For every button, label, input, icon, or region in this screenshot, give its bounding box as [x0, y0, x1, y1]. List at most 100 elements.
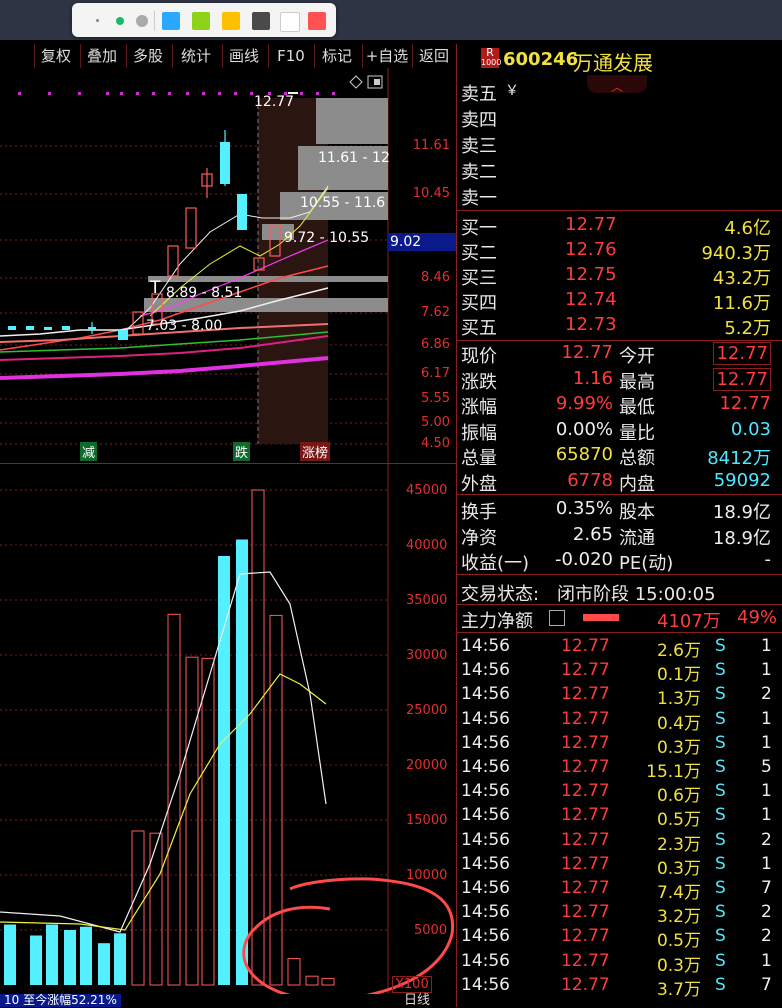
ask-label: 卖一 [461, 188, 497, 209]
list-icon[interactable] [549, 610, 565, 626]
tick-price: 12.77 [561, 732, 610, 753]
tick-count: 1 [761, 636, 772, 656]
stock-code: 600246 [503, 49, 579, 70]
trade-status-value: 闭市阶段 15:00:05 [557, 584, 716, 605]
period-daily-tab[interactable]: 日线 [404, 994, 430, 1007]
tick-price: 12.77 [561, 757, 610, 777]
volume-bar [287, 958, 301, 986]
quote-value: 12.77 [713, 367, 771, 391]
tick-time: 14:56 [461, 757, 510, 777]
quote-value: 12.77 [719, 393, 771, 414]
quote-label: 涨跌 [461, 371, 497, 393]
medium-dot-icon[interactable] [116, 17, 124, 25]
current-price-marker: 9.02 [388, 233, 456, 251]
price-label-6: 7.03 - 8.00 [146, 318, 223, 334]
tick-time: 14:56 [461, 902, 510, 923]
tick-time: 14:56 [461, 950, 510, 971]
toolbar-overlay[interactable]: 叠加 [80, 44, 123, 68]
fundamental-value: -0.020 [554, 549, 613, 570]
tick-time: 14:56 [461, 853, 510, 874]
tick-count: 1 [761, 708, 772, 729]
tick-count: 2 [761, 926, 772, 947]
tick-volume: 3.7万 [656, 979, 701, 1000]
price-label-5: 8.89 - 8.51 [166, 285, 243, 301]
tick-count: 1 [761, 853, 772, 874]
toolbar-restore-rights[interactable]: 复权 [34, 44, 77, 68]
tick-count: 2 [761, 902, 772, 923]
fundamental-label: 收益(一) [461, 553, 530, 574]
r-badge: R 1000 [481, 46, 502, 68]
volume-bar [321, 977, 335, 986]
tick-price: 12.77 [561, 684, 610, 705]
bid-price: 12.75 [565, 264, 617, 285]
tick-volume: 1.3万 [656, 689, 701, 710]
toolbar-f10[interactable]: F10 [268, 44, 313, 68]
fundamental-label: 换手 [461, 502, 497, 523]
volume-bar [167, 613, 181, 986]
badge-fall[interactable]: 跌 [233, 442, 251, 461]
toolbar-back[interactable]: 返回 [412, 44, 455, 68]
quote-value: 0.00% [555, 418, 613, 440]
color-swatch-green[interactable] [192, 12, 210, 30]
tick-side: S [715, 878, 726, 898]
large-dot-icon[interactable] [136, 15, 148, 27]
price-tick: 4.50 [421, 436, 450, 451]
quote-label: 最高 [619, 371, 655, 393]
t-marker: T [150, 278, 161, 298]
toolbar-draw-line[interactable]: 画线 [222, 44, 265, 68]
kline-chart[interactable] [0, 68, 456, 464]
price-label-1: 12.77 [254, 94, 295, 110]
tick-price: 12.77 [561, 853, 610, 874]
tick-price: 12.77 [561, 660, 610, 681]
ask-flag-icon: ￥ [505, 83, 519, 99]
volume-bar [114, 933, 126, 985]
volume-bar [218, 556, 230, 985]
fundamental-value: 18.9亿 [712, 527, 771, 549]
toolbar-statistics[interactable]: 统计 [172, 44, 219, 68]
fundamental-value: 18.9亿 [712, 502, 771, 523]
color-swatch-yellow[interactable] [222, 12, 240, 30]
tick-side: S [715, 732, 726, 753]
fundamental-label: 净资 [461, 527, 497, 549]
quote-value: 6778 [567, 469, 613, 491]
volume-bar [185, 656, 199, 986]
toolbar-mark[interactable]: 标记 [314, 44, 359, 68]
volume-chart[interactable] [0, 464, 456, 994]
tick-volume: 0.5万 [656, 931, 701, 952]
bid-label: 买一 [461, 218, 497, 239]
tick-price: 12.77 [561, 878, 610, 898]
quote-value: 12.77 [561, 342, 613, 363]
price-label-2: 11.61 - 12 [318, 150, 390, 166]
tick-side: S [715, 829, 726, 850]
price-label-3: 10.55 - 11.6 [300, 195, 386, 211]
tick-price: 12.77 [561, 805, 610, 826]
bid-price: 12.73 [565, 314, 617, 335]
bid-label: 买二 [461, 243, 497, 264]
tick-volume: 0.3万 [656, 737, 701, 758]
collapse-handle[interactable]: ︿ [587, 75, 647, 94]
tick-side: S [715, 684, 726, 705]
tick-count: 2 [761, 829, 772, 850]
badge-limit-up[interactable]: 涨榜 [300, 442, 331, 461]
small-dot-icon[interactable] [96, 19, 99, 22]
tick-time: 14:56 [461, 805, 510, 826]
toolbar-add-watchlist[interactable]: +自选 [362, 44, 411, 68]
tick-side: S [715, 636, 726, 656]
tick-side: S [715, 805, 726, 826]
volume-tick: 35000 [406, 593, 448, 608]
toolbar-multi-stock[interactable]: 多股 [126, 44, 169, 68]
color-swatch-white[interactable] [280, 12, 300, 32]
quote-value: 65870 [555, 444, 613, 465]
fundamental-label: PE(动) [619, 553, 674, 574]
color-swatch-dark[interactable] [252, 12, 270, 30]
tick-time: 14:56 [461, 974, 510, 995]
badge-reduce[interactable]: 减 [80, 442, 98, 461]
bid-price: 12.77 [565, 214, 617, 235]
r-badge-letter: R [486, 46, 494, 59]
tick-count: 7 [761, 974, 772, 995]
color-swatch-red[interactable] [308, 12, 326, 30]
color-swatch-blue[interactable] [162, 12, 180, 30]
ask-label: 卖二 [461, 162, 497, 183]
r-badge-sub: 1000 [481, 58, 502, 67]
tick-count: 1 [761, 732, 772, 753]
